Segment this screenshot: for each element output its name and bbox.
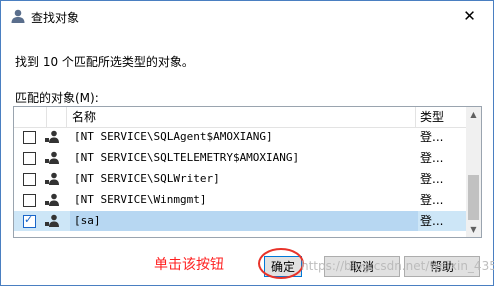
list-row-selected[interactable]: ✓ [sa] 登...: [14, 211, 466, 231]
scroll-down-icon[interactable]: ▼: [466, 222, 481, 237]
list-row[interactable]: [NT SERVICE\Winmgmt] 登...: [14, 190, 466, 210]
list-row[interactable]: [NT SERVICE\SQLTELEMETRY$AMOXIANG] 登...: [14, 148, 466, 168]
matched-objects-label: 匹配的对象(M):: [15, 91, 99, 105]
row-checkbox[interactable]: [23, 173, 36, 186]
close-button[interactable]: ✕: [446, 1, 493, 31]
header-separator: [415, 107, 416, 127]
row-name: [NT SERVICE\SQLAgent$AMOXIANG]: [74, 130, 273, 143]
row-checkbox[interactable]: [23, 152, 36, 165]
row-name: [NT SERVICE\SQLTELEMETRY$AMOXIANG]: [74, 151, 300, 164]
close-icon: ✕: [463, 7, 476, 25]
list-row[interactable]: [NT SERVICE\SQLAgent$AMOXIANG] 登...: [14, 127, 466, 147]
row-type: 登...: [420, 193, 444, 207]
highlight-circle: [258, 248, 304, 279]
row-checkbox[interactable]: [23, 131, 36, 144]
column-header-name[interactable]: 名称: [72, 107, 96, 127]
row-name: [NT SERVICE\SQLWriter]: [74, 172, 220, 185]
found-count-text: 找到 10 个匹配所选类型的对象。: [15, 55, 194, 69]
column-header-type[interactable]: 类型: [420, 107, 444, 127]
login-user-icon: [44, 150, 60, 166]
annotation-text: 单击该按钮: [154, 257, 224, 273]
matched-objects-list[interactable]: 名称 类型 [NT SERVICE\SQLAgent$AMOXIANG] 登..…: [13, 106, 482, 238]
row-type: 登...: [420, 130, 444, 144]
login-user-icon: [44, 129, 60, 145]
list-row[interactable]: [NT SERVICE\SQLWriter] 登...: [14, 169, 466, 189]
row-name: [sa]: [70, 211, 418, 231]
dialog-title: 查找对象: [31, 11, 80, 25]
header-separator: [66, 107, 67, 127]
user-icon: [10, 8, 26, 24]
scroll-up-icon[interactable]: ▲: [466, 107, 481, 122]
row-type: 登...: [420, 214, 444, 228]
scroll-thumb[interactable]: [468, 175, 479, 220]
row-name: [NT SERVICE\Winmgmt]: [74, 193, 207, 206]
check-icon: ✓: [24, 213, 34, 226]
header-separator: [46, 107, 47, 127]
login-user-icon: [44, 171, 60, 187]
login-user-icon: [44, 213, 60, 229]
list-header: 名称 类型: [14, 107, 466, 128]
vertical-scrollbar[interactable]: ▲ ▼: [466, 107, 481, 237]
find-objects-dialog: 查找对象 ✕ 找到 10 个匹配所选类型的对象。 匹配的对象(M): 名称 类型…: [0, 0, 494, 286]
row-type: 登...: [420, 172, 444, 186]
login-user-icon: [44, 192, 60, 208]
watermark-text: https://blog.csdn.net/weixin_43580: [301, 259, 494, 273]
title-bar: 查找对象 ✕: [1, 1, 493, 31]
row-checkbox[interactable]: [23, 194, 36, 207]
row-checkbox-checked[interactable]: ✓: [23, 213, 36, 228]
row-type: 登...: [420, 151, 444, 165]
